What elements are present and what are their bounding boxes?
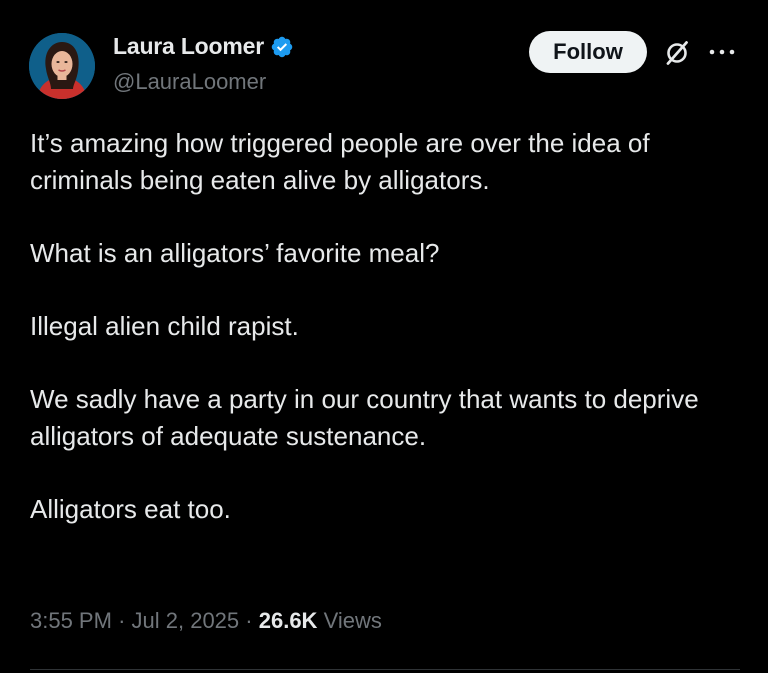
divider [30,669,740,670]
tweet-paragraph: Alligators eat too. [30,494,231,524]
tweet-paragraph: We sadly have a party in our country tha… [30,384,699,451]
meta-separator: · [118,608,126,633]
views-count[interactable]: 26.6K [259,608,318,633]
tweet-paragraph: It’s amazing how triggered people are ov… [30,128,650,195]
tweet-time[interactable]: 3:55 PM [30,608,112,633]
verified-badge-icon[interactable] [270,35,294,59]
tweet-paragraph: Illegal alien child rapist. [30,311,299,341]
tweet-card: Laura Loomer @LauraLoomer Follow It’s am… [0,0,768,673]
views-label: Views [323,608,382,633]
author-handle[interactable]: @LauraLoomer [113,69,266,95]
tweet-text: It’s amazing how triggered people are ov… [30,125,740,564]
grok-icon[interactable] [662,38,692,68]
more-horizontal-icon[interactable] [708,46,736,58]
avatar[interactable] [29,33,95,99]
tweet-paragraph: What is an alligators’ favorite meal? [30,238,440,268]
tweet-meta: 3:55 PM · Jul 2, 2025 · 26.6K Views [30,608,382,634]
tweet-date[interactable]: Jul 2, 2025 [132,608,240,633]
author-display-name[interactable]: Laura Loomer [113,33,264,60]
avatar-photo [29,33,95,99]
follow-button[interactable]: Follow [529,31,647,73]
meta-separator: · [245,608,253,633]
author-name-row: Laura Loomer [113,33,294,60]
